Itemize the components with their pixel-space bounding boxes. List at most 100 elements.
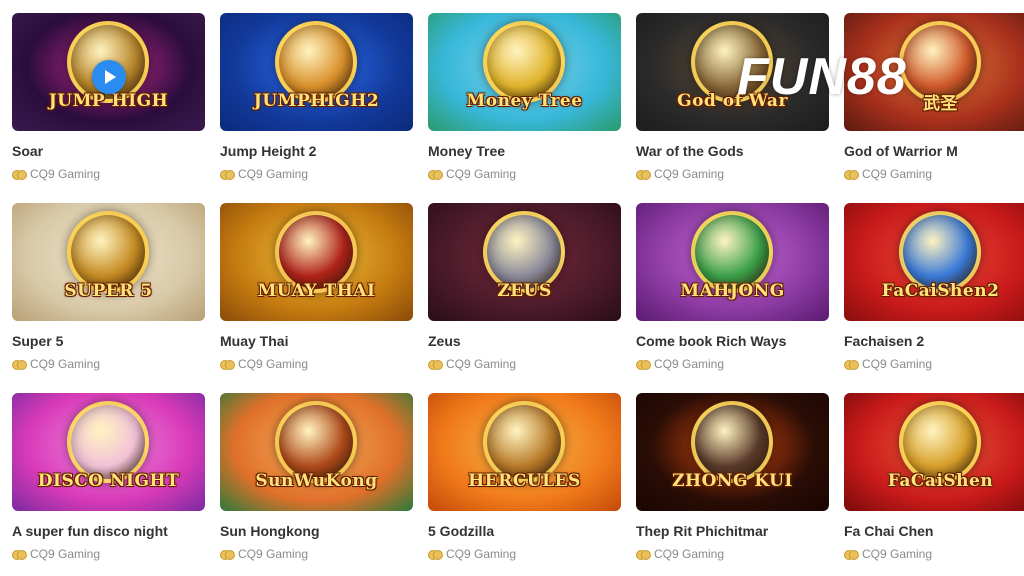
game-title[interactable]: Jump Height 2 <box>220 143 413 160</box>
provider-name: CQ9 Gaming <box>862 356 933 371</box>
game-title[interactable]: Fa Chai Chen <box>844 523 1024 540</box>
game-card[interactable]: FaCaiShen2 Fachaisen 2 CQ9 Gaming <box>844 203 1024 383</box>
game-thumbnail[interactable]: FaCaiShen2 <box>844 203 1024 321</box>
game-title[interactable]: Zeus <box>428 333 621 350</box>
game-card[interactable]: SUPER 5 Super 5 CQ9 Gaming <box>12 203 205 383</box>
coins-icon <box>428 169 443 180</box>
game-logo-text: Money Tree <box>466 91 583 111</box>
game-title[interactable]: 5 Godzilla <box>428 523 621 540</box>
game-logo-text: ZHONG KUI <box>672 471 793 491</box>
game-thumbnail[interactable]: JUMP HIGH <box>12 13 205 131</box>
provider-name: CQ9 Gaming <box>30 546 101 561</box>
game-provider: CQ9 Gaming <box>428 356 621 371</box>
game-logo-text: SunWuKong <box>255 471 378 491</box>
provider-name: CQ9 Gaming <box>654 166 725 181</box>
game-thumbnail[interactable]: MUAY THAI <box>220 203 413 321</box>
provider-name: CQ9 Gaming <box>238 546 309 561</box>
game-card[interactable]: HERCULES 5 Godzilla CQ9 Gaming <box>428 393 621 573</box>
game-title[interactable]: Sun Hongkong <box>220 523 413 540</box>
game-provider: CQ9 Gaming <box>12 546 205 561</box>
game-logo-text: MAHJONG <box>680 281 785 301</box>
coins-icon <box>636 169 651 180</box>
game-provider: CQ9 Gaming <box>844 356 1024 371</box>
game-thumbnail[interactable]: Money Tree <box>428 13 621 131</box>
game-provider: CQ9 Gaming <box>428 166 621 181</box>
coins-icon <box>220 359 235 370</box>
game-logo-text: JUMP HIGH <box>48 91 169 111</box>
game-card[interactable]: FaCaiShen Fa Chai Chen CQ9 Gaming <box>844 393 1024 573</box>
provider-name: CQ9 Gaming <box>446 546 517 561</box>
coins-icon <box>636 549 651 560</box>
game-provider: CQ9 Gaming <box>844 546 1024 561</box>
game-card[interactable]: MAHJONG Come book Rich Ways CQ9 Gaming <box>636 203 829 383</box>
coins-icon <box>220 549 235 560</box>
game-thumbnail[interactable]: JUMPHIGH2 <box>220 13 413 131</box>
game-card[interactable]: ZHONG KUI Thep Rit Phichitmar CQ9 Gaming <box>636 393 829 573</box>
game-thumbnail[interactable]: FaCaiShen <box>844 393 1024 511</box>
game-card[interactable]: JUMP HIGH Soar CQ9 Gaming <box>12 13 205 193</box>
game-card[interactable]: Money Tree Money Tree CQ9 Gaming <box>428 13 621 193</box>
coins-icon <box>220 169 235 180</box>
game-card[interactable]: SunWuKong Sun Hongkong CQ9 Gaming <box>220 393 413 573</box>
coins-icon <box>12 359 27 370</box>
provider-name: CQ9 Gaming <box>862 166 933 181</box>
coins-icon <box>844 169 859 180</box>
game-logo-text: MUAY THAI <box>257 281 376 301</box>
game-title[interactable]: War of the Gods <box>636 143 829 160</box>
game-title[interactable]: God of Warrior M <box>844 143 1024 160</box>
game-title[interactable]: Fachaisen 2 <box>844 333 1024 350</box>
coins-icon <box>428 549 443 560</box>
play-icon[interactable] <box>92 60 126 94</box>
game-logo-text: JUMPHIGH2 <box>253 91 380 111</box>
game-card[interactable]: ZEUS Zeus CQ9 Gaming <box>428 203 621 383</box>
game-title[interactable]: Thep Rit Phichitmar <box>636 523 829 540</box>
game-thumbnail[interactable]: SUPER 5 <box>12 203 205 321</box>
game-card[interactable]: MUAY THAI Muay Thai CQ9 Gaming <box>220 203 413 383</box>
game-provider: CQ9 Gaming <box>636 546 829 561</box>
game-logo-text: ZEUS <box>497 281 552 301</box>
game-thumbnail[interactable]: MAHJONG <box>636 203 829 321</box>
provider-name: CQ9 Gaming <box>654 356 725 371</box>
game-title[interactable]: Super 5 <box>12 333 205 350</box>
game-title[interactable]: Soar <box>12 143 205 160</box>
game-provider: CQ9 Gaming <box>12 166 205 181</box>
provider-name: CQ9 Gaming <box>30 166 101 181</box>
game-thumbnail[interactable]: SunWuKong <box>220 393 413 511</box>
game-logo-text: FaCaiShen2 <box>881 281 1000 301</box>
provider-name: CQ9 Gaming <box>30 356 101 371</box>
game-provider: CQ9 Gaming <box>12 356 205 371</box>
game-card[interactable]: JUMPHIGH2 Jump Height 2 CQ9 Gaming <box>220 13 413 193</box>
coins-icon <box>844 359 859 370</box>
fun88-watermark: FUN88 <box>737 48 907 106</box>
provider-name: CQ9 Gaming <box>446 356 517 371</box>
coins-icon <box>844 549 859 560</box>
game-provider: CQ9 Gaming <box>844 166 1024 181</box>
coins-icon <box>428 359 443 370</box>
game-logo-text: SUPER 5 <box>64 281 153 301</box>
provider-name: CQ9 Gaming <box>862 546 933 561</box>
game-provider: CQ9 Gaming <box>428 546 621 561</box>
game-provider: CQ9 Gaming <box>636 356 829 371</box>
game-title[interactable]: A super fun disco night <box>12 523 205 540</box>
game-provider: CQ9 Gaming <box>220 546 413 561</box>
game-provider: CQ9 Gaming <box>220 356 413 371</box>
game-logo-text: HERCULES <box>468 471 581 491</box>
game-title[interactable]: Come book Rich Ways <box>636 333 829 350</box>
game-thumbnail[interactable]: ZHONG KUI <box>636 393 829 511</box>
provider-name: CQ9 Gaming <box>238 166 309 181</box>
game-thumbnail[interactable]: ZEUS <box>428 203 621 321</box>
game-title[interactable]: Muay Thai <box>220 333 413 350</box>
coins-icon <box>636 359 651 370</box>
game-logo-text: DISCO NIGHT <box>37 471 180 491</box>
game-title[interactable]: Money Tree <box>428 143 621 160</box>
game-card[interactable]: DISCO NIGHT A super fun disco night CQ9 Ga… <box>12 393 205 573</box>
coins-icon <box>12 169 27 180</box>
game-thumbnail[interactable]: HERCULES <box>428 393 621 511</box>
game-provider: CQ9 Gaming <box>636 166 829 181</box>
game-logo-text: FaCaiShen <box>887 471 994 491</box>
game-logo-text: 武圣 <box>923 93 958 114</box>
game-thumbnail[interactable]: DISCO NIGHT <box>12 393 205 511</box>
provider-name: CQ9 Gaming <box>238 356 309 371</box>
provider-name: CQ9 Gaming <box>654 546 725 561</box>
coins-icon <box>12 549 27 560</box>
